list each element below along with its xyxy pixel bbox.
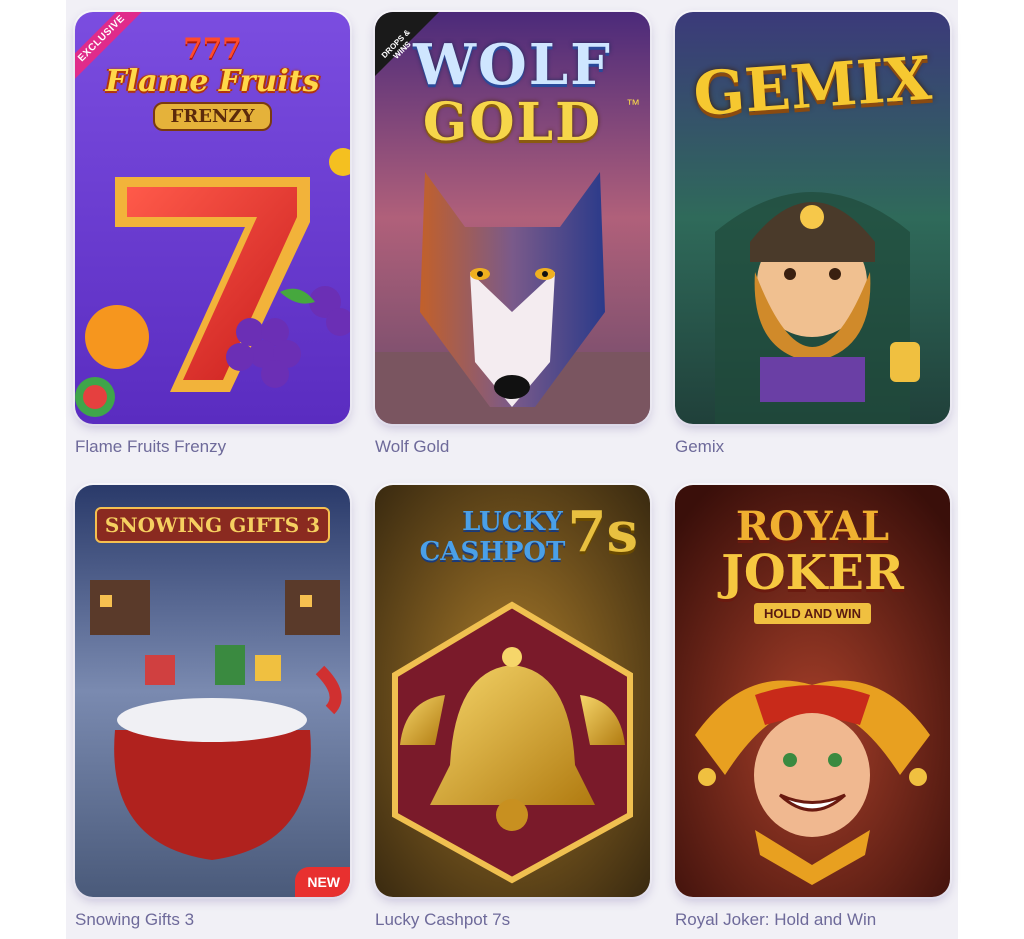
game-title[interactable]: Gemix: [675, 437, 724, 457]
game-tile-lucky-cashpot-7s[interactable]: LUCKY CASHPOT 7s Lucky Cashpot 7s: [375, 485, 650, 929]
game-logo-snowing-gifts: SNOWING GIFTS 3: [95, 507, 330, 543]
game-grid-page: 777 Flame Fruits FRENZY EXCLUSIVE Flame …: [0, 0, 1024, 939]
game-logo-subtitle-wrap: FRENZY: [75, 102, 350, 131]
game-thumbnail[interactable]: LUCKY CASHPOT 7s: [375, 485, 650, 897]
game-logo-gold: GOLD: [422, 92, 603, 153]
game-tile-wolf-gold[interactable]: WOLF GOLD ™ DROPS & WINS Wolf Gold: [375, 12, 650, 456]
game-logo-7s: 7s: [567, 499, 639, 565]
game-thumbnail[interactable]: ROYAL JOKER HOLD AND WIN: [675, 485, 950, 897]
trademark-symbol: ™: [626, 96, 640, 112]
game-logo-hold-and-win: HOLD AND WIN: [753, 603, 871, 624]
game-tile-snowing-gifts-3[interactable]: SNOWING GIFTS 3 NEW Snowing Gifts 3: [75, 485, 350, 929]
game-logo-title: Flame Fruits: [105, 64, 320, 99]
game-title[interactable]: Royal Joker: Hold and Win: [675, 910, 876, 930]
game-thumbnail[interactable]: WOLF GOLD ™ DROPS & WINS: [375, 12, 650, 424]
game-thumbnail[interactable]: 777 Flame Fruits FRENZY EXCLUSIVE: [75, 12, 350, 424]
game-title[interactable]: Lucky Cashpot 7s: [375, 910, 510, 930]
game-logo-royal: ROYAL: [735, 503, 890, 550]
snowing-gifts-artwork: [75, 485, 350, 897]
game-tile-flame-fruits-frenzy[interactable]: 777 Flame Fruits FRENZY EXCLUSIVE Flame …: [75, 12, 350, 456]
game-title[interactable]: Flame Fruits Frenzy: [75, 437, 226, 457]
game-tile-royal-joker[interactable]: ROYAL JOKER HOLD AND WIN Royal Joker: Ho…: [675, 485, 950, 929]
game-thumbnail[interactable]: SNOWING GIFTS 3 NEW: [75, 485, 350, 897]
game-logo-cashpot: CASHPOT: [419, 537, 566, 567]
game-logo-subtitle-wrap: HOLD AND WIN: [675, 603, 950, 624]
game-title[interactable]: Snowing Gifts 3: [75, 910, 194, 930]
game-thumbnail[interactable]: GEMIX: [675, 12, 950, 424]
new-badge: NEW: [295, 867, 350, 897]
game-logo-subtitle: FRENZY: [152, 102, 273, 131]
game-logo-joker: JOKER: [721, 545, 904, 601]
game-tile-gemix[interactable]: GEMIX Gemix: [675, 12, 950, 456]
game-title[interactable]: Wolf Gold: [375, 437, 449, 457]
